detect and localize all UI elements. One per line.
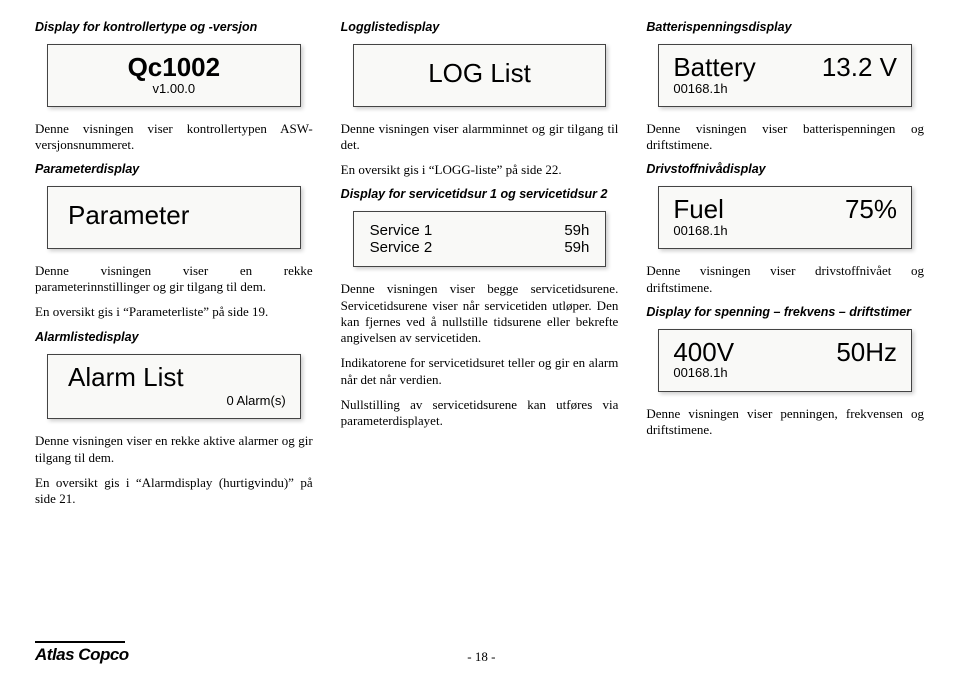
heading-battery: Batterispenningsdisplay <box>646 20 924 34</box>
text-service-desc2: Indikatorene for servicetidsuret teller … <box>341 355 619 388</box>
heading-service: Display for servicetidsur 1 og serviceti… <box>341 187 619 201</box>
display-controller-type: Qc1002 v1.00.0 <box>47 44 301 107</box>
page-footer: Atlas Copco - 18 - <box>35 641 924 665</box>
brand-logo: Atlas Copco <box>35 645 129 665</box>
controller-model: Qc1002 <box>62 53 286 82</box>
alarm-count: 0 Alarm(s) <box>62 393 286 408</box>
heading-voltage: Display for spenning – frekvens – drifts… <box>646 305 924 319</box>
alarmlist-label: Alarm List <box>62 363 286 392</box>
heading-loglist: Logglistedisplay <box>341 20 619 34</box>
display-service: Service 1 59h Service 2 59h <box>353 211 607 267</box>
display-loglist: LOG List <box>353 44 607 107</box>
column-left: Display for kontrollertype og -versjon Q… <box>35 20 313 516</box>
text-parameter-ref: En oversikt gis i “Parameterliste” på si… <box>35 304 313 320</box>
text-service-desc3: Nullstilling av servicetidsurene kan utf… <box>341 397 619 430</box>
battery-value: 13.2 V <box>822 53 897 82</box>
service2-value: 59h <box>564 239 589 256</box>
text-fuel-desc: Denne visningen viser drivstoffnivået og… <box>646 263 924 296</box>
display-battery: Battery 13.2 V 00168.1h <box>658 44 912 107</box>
text-controller-desc: Denne visningen viser kontrollertypen AS… <box>35 121 313 154</box>
column-middle: Logglistedisplay LOG List Denne visninge… <box>341 20 619 516</box>
parameter-label: Parameter <box>62 195 286 238</box>
text-service-desc1: Denne visningen viser begge servicetidsu… <box>341 281 619 346</box>
text-battery-desc: Denne visningen viser batterispenningen … <box>646 121 924 154</box>
heading-controller-type: Display for kontrollertype og -versjon <box>35 20 313 34</box>
fuel-value: 75% <box>845 195 897 224</box>
text-alarmlist-desc: Denne visningen viser en rekke aktive al… <box>35 433 313 466</box>
controller-version: v1.00.0 <box>62 82 286 96</box>
display-parameter: Parameter <box>47 186 301 249</box>
display-fuel: Fuel 75% 00168.1h <box>658 186 912 249</box>
fuel-hours: 00168.1h <box>673 224 897 238</box>
text-voltage-desc: Denne visningen viser penningen, frekven… <box>646 406 924 439</box>
display-voltage: 400V 50Hz 00168.1h <box>658 329 912 392</box>
heading-fuel: Drivstoffnivådisplay <box>646 162 924 176</box>
display-alarmlist: Alarm List 0 Alarm(s) <box>47 354 301 420</box>
battery-hours: 00168.1h <box>673 82 897 96</box>
column-right: Batterispenningsdisplay Battery 13.2 V 0… <box>646 20 924 516</box>
battery-label: Battery <box>673 53 755 82</box>
text-parameter-desc: Denne visningen viser en rekke parameter… <box>35 263 313 296</box>
service1-label: Service 1 <box>370 222 433 239</box>
service1-value: 59h <box>564 222 589 239</box>
voltage-value: 400V <box>673 338 734 367</box>
heading-alarmlist: Alarmlistedisplay <box>35 330 313 344</box>
service2-label: Service 2 <box>370 239 433 256</box>
text-loglist-ref: En oversikt gis i “LOGG-liste” på side 2… <box>341 162 619 178</box>
fuel-label: Fuel <box>673 195 724 224</box>
page-number: - 18 - <box>129 649 834 665</box>
text-loglist-desc: Denne visningen viser alarmminnet og gir… <box>341 121 619 154</box>
frequency-value: 50Hz <box>836 338 897 367</box>
voltage-hours: 00168.1h <box>673 366 897 380</box>
text-alarmlist-ref: En oversikt gis i “Alarmdisplay (hurtigv… <box>35 475 313 508</box>
loglist-label: LOG List <box>368 53 592 96</box>
heading-parameter: Parameterdisplay <box>35 162 313 176</box>
